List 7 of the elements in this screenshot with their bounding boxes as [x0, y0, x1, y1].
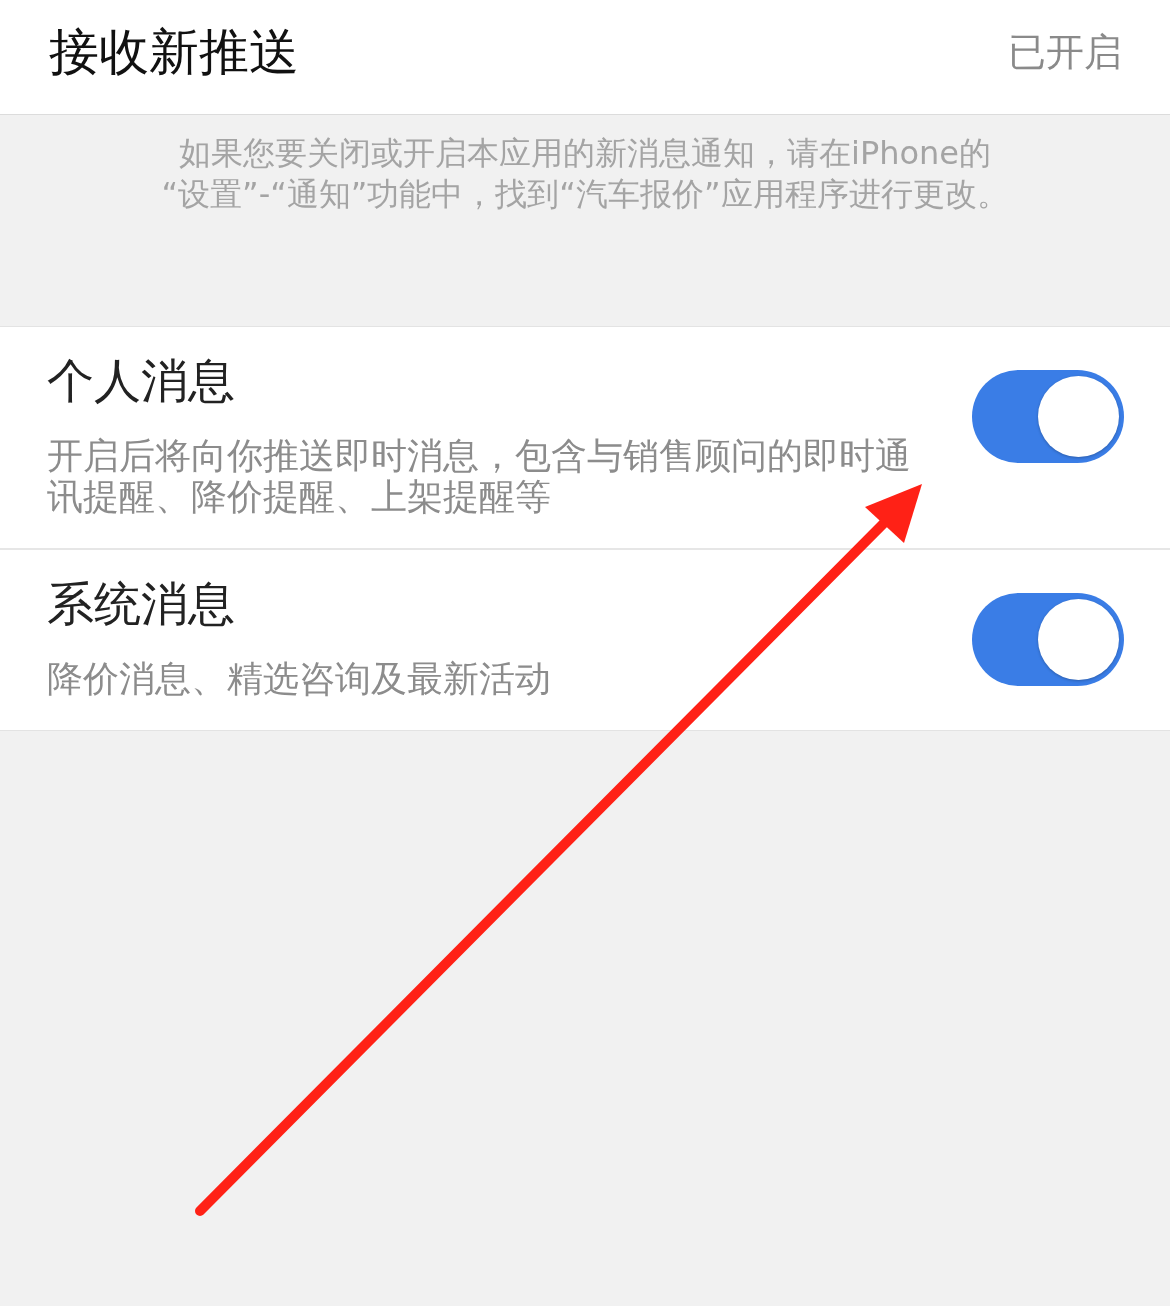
status-text: 已开启: [1008, 29, 1122, 76]
setting-title: 个人消息: [47, 353, 235, 409]
setting-description: 开启后将向你推送即时消息，包含与销售顾问的即时通讯提醒、降价提醒、上架提醒等: [47, 435, 912, 517]
setting-description: 降价消息、精选咨询及最新活动: [47, 658, 551, 699]
page-title: 接收新推送: [49, 22, 299, 82]
setting-title: 系统消息: [47, 576, 235, 632]
hint-text: 如果您要关闭或开启本应用的新消息通知，请在iPhone的 “设置”-“通知”功能中，找到“汽车报价”应用程序进行更改。: [161, 133, 1009, 215]
